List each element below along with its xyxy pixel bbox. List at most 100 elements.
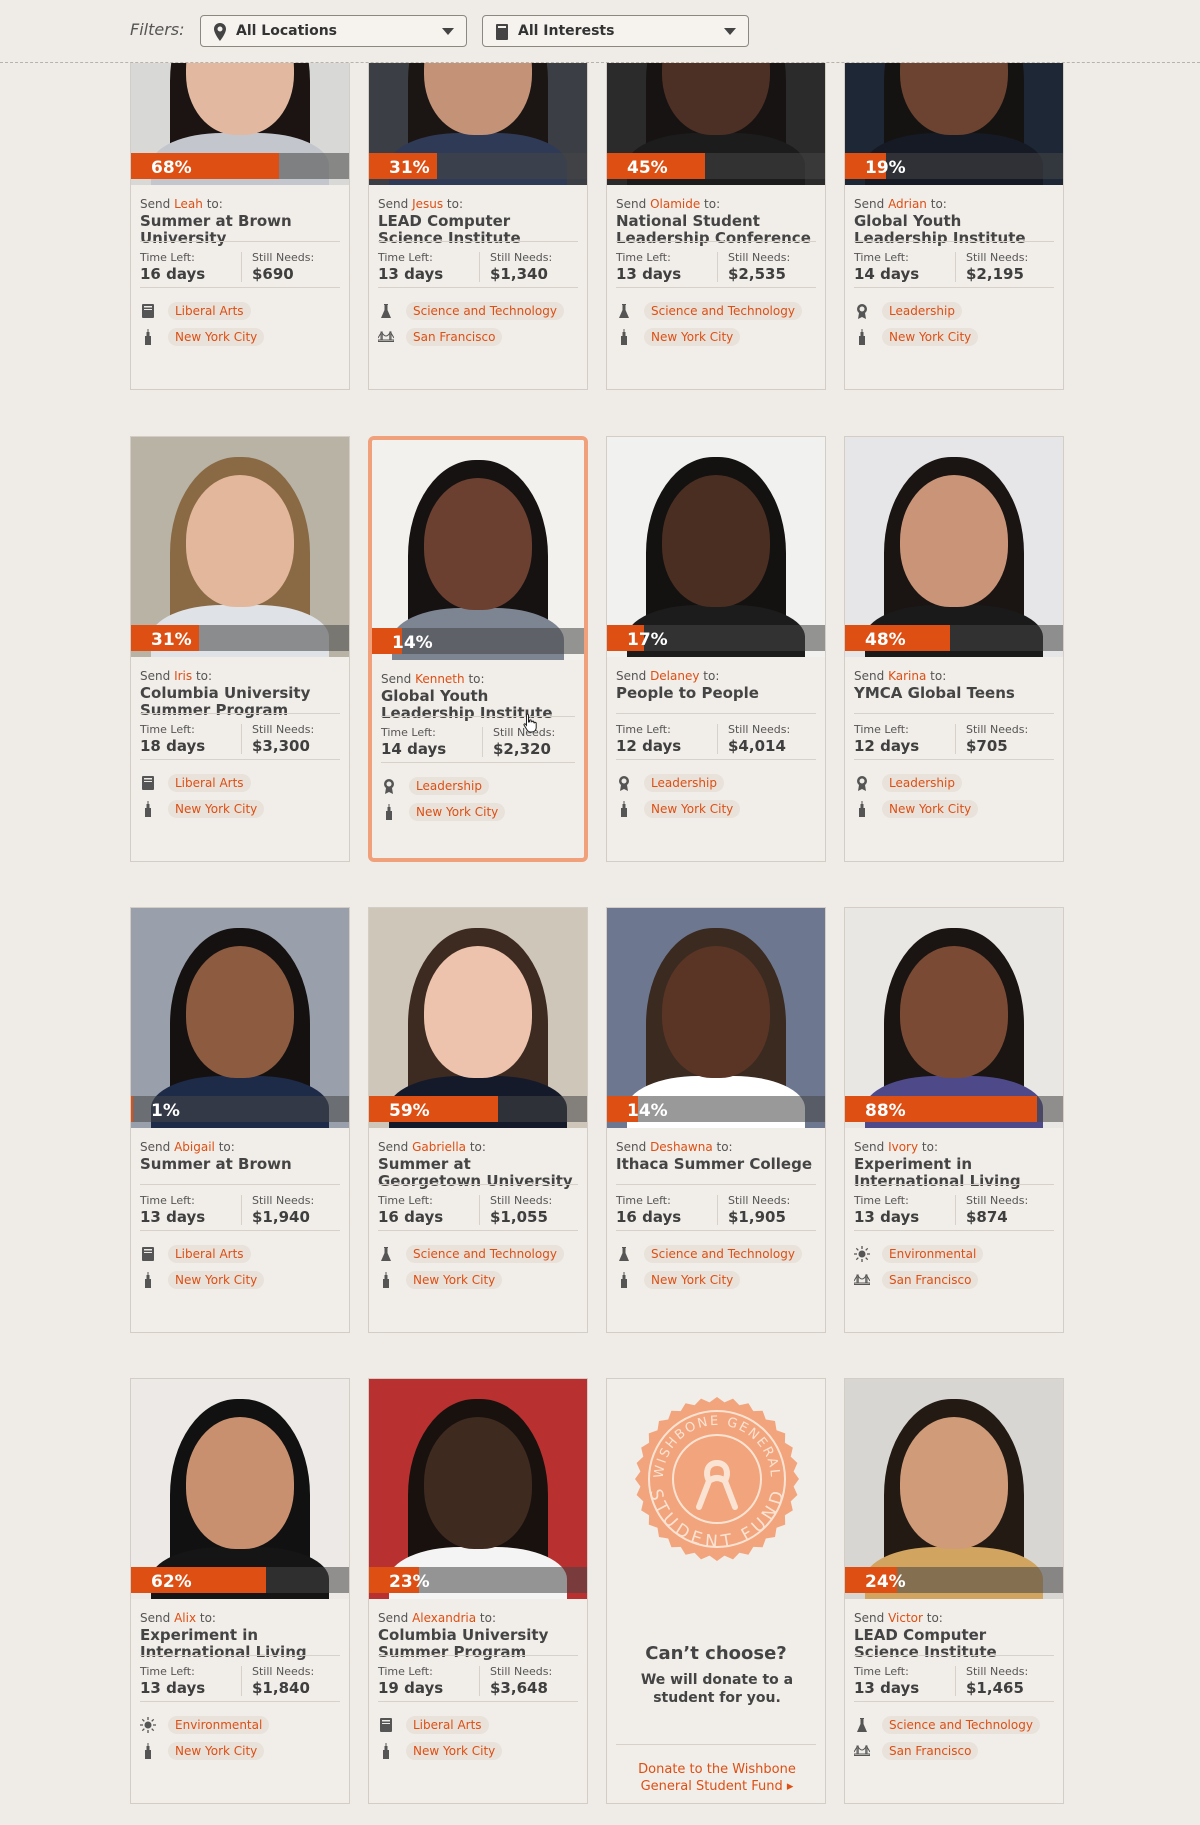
student-card[interactable]: 17% Send Delaney to: People to People Time …	[606, 436, 826, 862]
location-tag[interactable]: New York City	[882, 800, 979, 818]
time-left-label: Time Left:	[140, 1665, 195, 1678]
still-needs-value: $1,340	[490, 265, 548, 283]
student-card[interactable]: 14% Send Kenneth to: Global Youth Leadersh…	[368, 436, 588, 862]
student-name-link[interactable]: Deshawna	[650, 1140, 713, 1154]
location-tag[interactable]: New York City	[168, 1271, 265, 1289]
interest-tag[interactable]: Liberal Arts	[168, 302, 251, 320]
student-card[interactable]: 1% Send Abigail to: Summer at Brown Time Le…	[130, 907, 350, 1333]
location-tag[interactable]: New York City	[168, 1742, 265, 1760]
interest-tag[interactable]: Leadership	[882, 774, 962, 792]
time-left-value: 14 days	[854, 265, 920, 283]
location-tag[interactable]: New York City	[168, 800, 265, 818]
hand-cursor-icon	[523, 713, 537, 733]
location-tag[interactable]: New York City	[882, 328, 979, 346]
interest-tag[interactable]: Liberal Arts	[168, 1245, 251, 1263]
interest-tag[interactable]: Leadership	[409, 777, 489, 795]
interest-tag[interactable]: Leadership	[644, 774, 724, 792]
send-label: Send	[616, 197, 647, 211]
student-name-link[interactable]: Gabriella	[412, 1140, 466, 1154]
student-photo: 62%	[131, 1379, 349, 1599]
student-card[interactable]: 88% Send Ivory to: Experiment in Internati…	[844, 907, 1064, 1333]
student-name-link[interactable]: Victor	[888, 1611, 923, 1625]
send-line: Send Victor to:	[854, 1611, 943, 1625]
student-name-link[interactable]: Alexandria	[412, 1611, 476, 1625]
student-name-link[interactable]: Delaney	[650, 669, 699, 683]
interest-tag[interactable]: Science and Technology	[644, 1245, 802, 1263]
interest-tag[interactable]: Science and Technology	[882, 1716, 1040, 1734]
location-tag[interactable]: New York City	[406, 1742, 503, 1760]
location-tag[interactable]: San Francisco	[406, 328, 503, 346]
divider	[616, 1230, 816, 1231]
student-card[interactable]: 48% Send Karina to: YMCA Global Teens Time …	[844, 436, 1064, 862]
ribbon-icon	[857, 776, 867, 791]
student-name-link[interactable]: Iris	[174, 669, 192, 683]
program-name: YMCA Global Teens	[854, 684, 1015, 702]
location-tag[interactable]: New York City	[409, 803, 506, 821]
location-tag[interactable]: New York City	[406, 1271, 503, 1289]
student-card[interactable]: 62% Send Alix to: Experiment in Internatio…	[130, 1378, 350, 1804]
send-label: Send	[140, 669, 171, 683]
interest-tag[interactable]: Liberal Arts	[406, 1716, 489, 1734]
location-tag[interactable]: New York City	[644, 800, 741, 818]
divider	[378, 241, 578, 242]
interest-tag[interactable]: Environmental	[882, 1245, 984, 1263]
divider	[140, 713, 340, 714]
student-name-link[interactable]: Adrian	[888, 197, 927, 211]
student-card[interactable]: 59% Send Gabriella to: Summer at Georgetow…	[368, 907, 588, 1333]
location-tag[interactable]: New York City	[644, 1271, 741, 1289]
student-name-link[interactable]: Alix	[174, 1611, 196, 1625]
donate-general-fund-link[interactable]: Donate to the Wishbone General Student F…	[627, 1761, 807, 1795]
interest-filter-select[interactable]: All Interests	[482, 15, 749, 47]
interest-tag[interactable]: Science and Technology	[406, 302, 564, 320]
student-name-link[interactable]: Olamide	[650, 197, 700, 211]
location-tag[interactable]: New York City	[168, 328, 265, 346]
interest-tag[interactable]: Environmental	[168, 1716, 270, 1734]
interest-tag[interactable]: Science and Technology	[406, 1245, 564, 1263]
interest-tag[interactable]: Liberal Arts	[168, 774, 251, 792]
still-needs-value: $2,535	[728, 265, 786, 283]
stat-divider	[241, 724, 242, 754]
still-needs-label: Still Needs:	[490, 1194, 553, 1207]
student-name-link[interactable]: Ivory	[888, 1140, 918, 1154]
student-name-link[interactable]: Abigail	[174, 1140, 215, 1154]
to-label: to:	[930, 669, 947, 683]
student-card[interactable]: 14% Send Deshawna to: Ithaca Summer Colleg…	[606, 907, 826, 1333]
general-fund-card[interactable]: WISHBONE GENERAL STUDENT FUND Can’t choose…	[606, 1378, 826, 1804]
student-name-link[interactable]: Leah	[174, 197, 203, 211]
student-card[interactable]: 31% Send Iris to: Columbia University Summ…	[130, 436, 350, 862]
student-name-link[interactable]: Karina	[888, 669, 926, 683]
to-label: to:	[446, 197, 464, 211]
face	[662, 946, 770, 1078]
student-card[interactable]: 24% Send Victor to: LEAD Computer Science …	[844, 1378, 1064, 1804]
divider	[854, 1701, 1054, 1702]
student-name-link[interactable]: Kenneth	[415, 672, 465, 686]
location-filter-select[interactable]: All Locations	[200, 15, 467, 47]
empire-state-icon	[145, 1272, 151, 1288]
progress-percent: 19%	[865, 158, 906, 178]
time-left-label: Time Left:	[616, 251, 671, 264]
still-needs-label: Still Needs:	[966, 1665, 1029, 1678]
interest-tag[interactable]: Science and Technology	[644, 302, 802, 320]
time-left-label: Time Left:	[378, 1194, 433, 1207]
wishbone-seal-logo: WISHBONE GENERALSTUDENT FUND	[635, 1397, 799, 1561]
still-needs-label: Still Needs:	[728, 1194, 791, 1207]
stat-divider	[479, 1666, 480, 1696]
location-tag[interactable]: San Francisco	[882, 1742, 979, 1760]
student-card[interactable]: 23% Send Alexandria to: Columbia Universit…	[368, 1378, 588, 1804]
location-tag[interactable]: New York City	[644, 328, 741, 346]
time-left-label: Time Left:	[616, 1194, 671, 1207]
interest-tag[interactable]: Leadership	[882, 302, 962, 320]
student-photo: 59%	[369, 908, 587, 1128]
still-needs-label: Still Needs:	[728, 723, 791, 736]
cant-choose-heading: Can’t choose?	[645, 1643, 787, 1664]
send-label: Send	[140, 1611, 171, 1625]
book-icon	[496, 24, 508, 40]
time-left-value: 12 days	[854, 737, 920, 755]
location-tag[interactable]: San Francisco	[882, 1271, 979, 1289]
student-name-link[interactable]: Jesus	[412, 197, 443, 211]
send-label: Send	[854, 1611, 885, 1625]
student-photo: 24%	[845, 1379, 1063, 1599]
send-line: Send Alix to:	[140, 1611, 216, 1625]
stat-divider	[241, 252, 242, 282]
progress-percent: 17%	[627, 630, 668, 650]
